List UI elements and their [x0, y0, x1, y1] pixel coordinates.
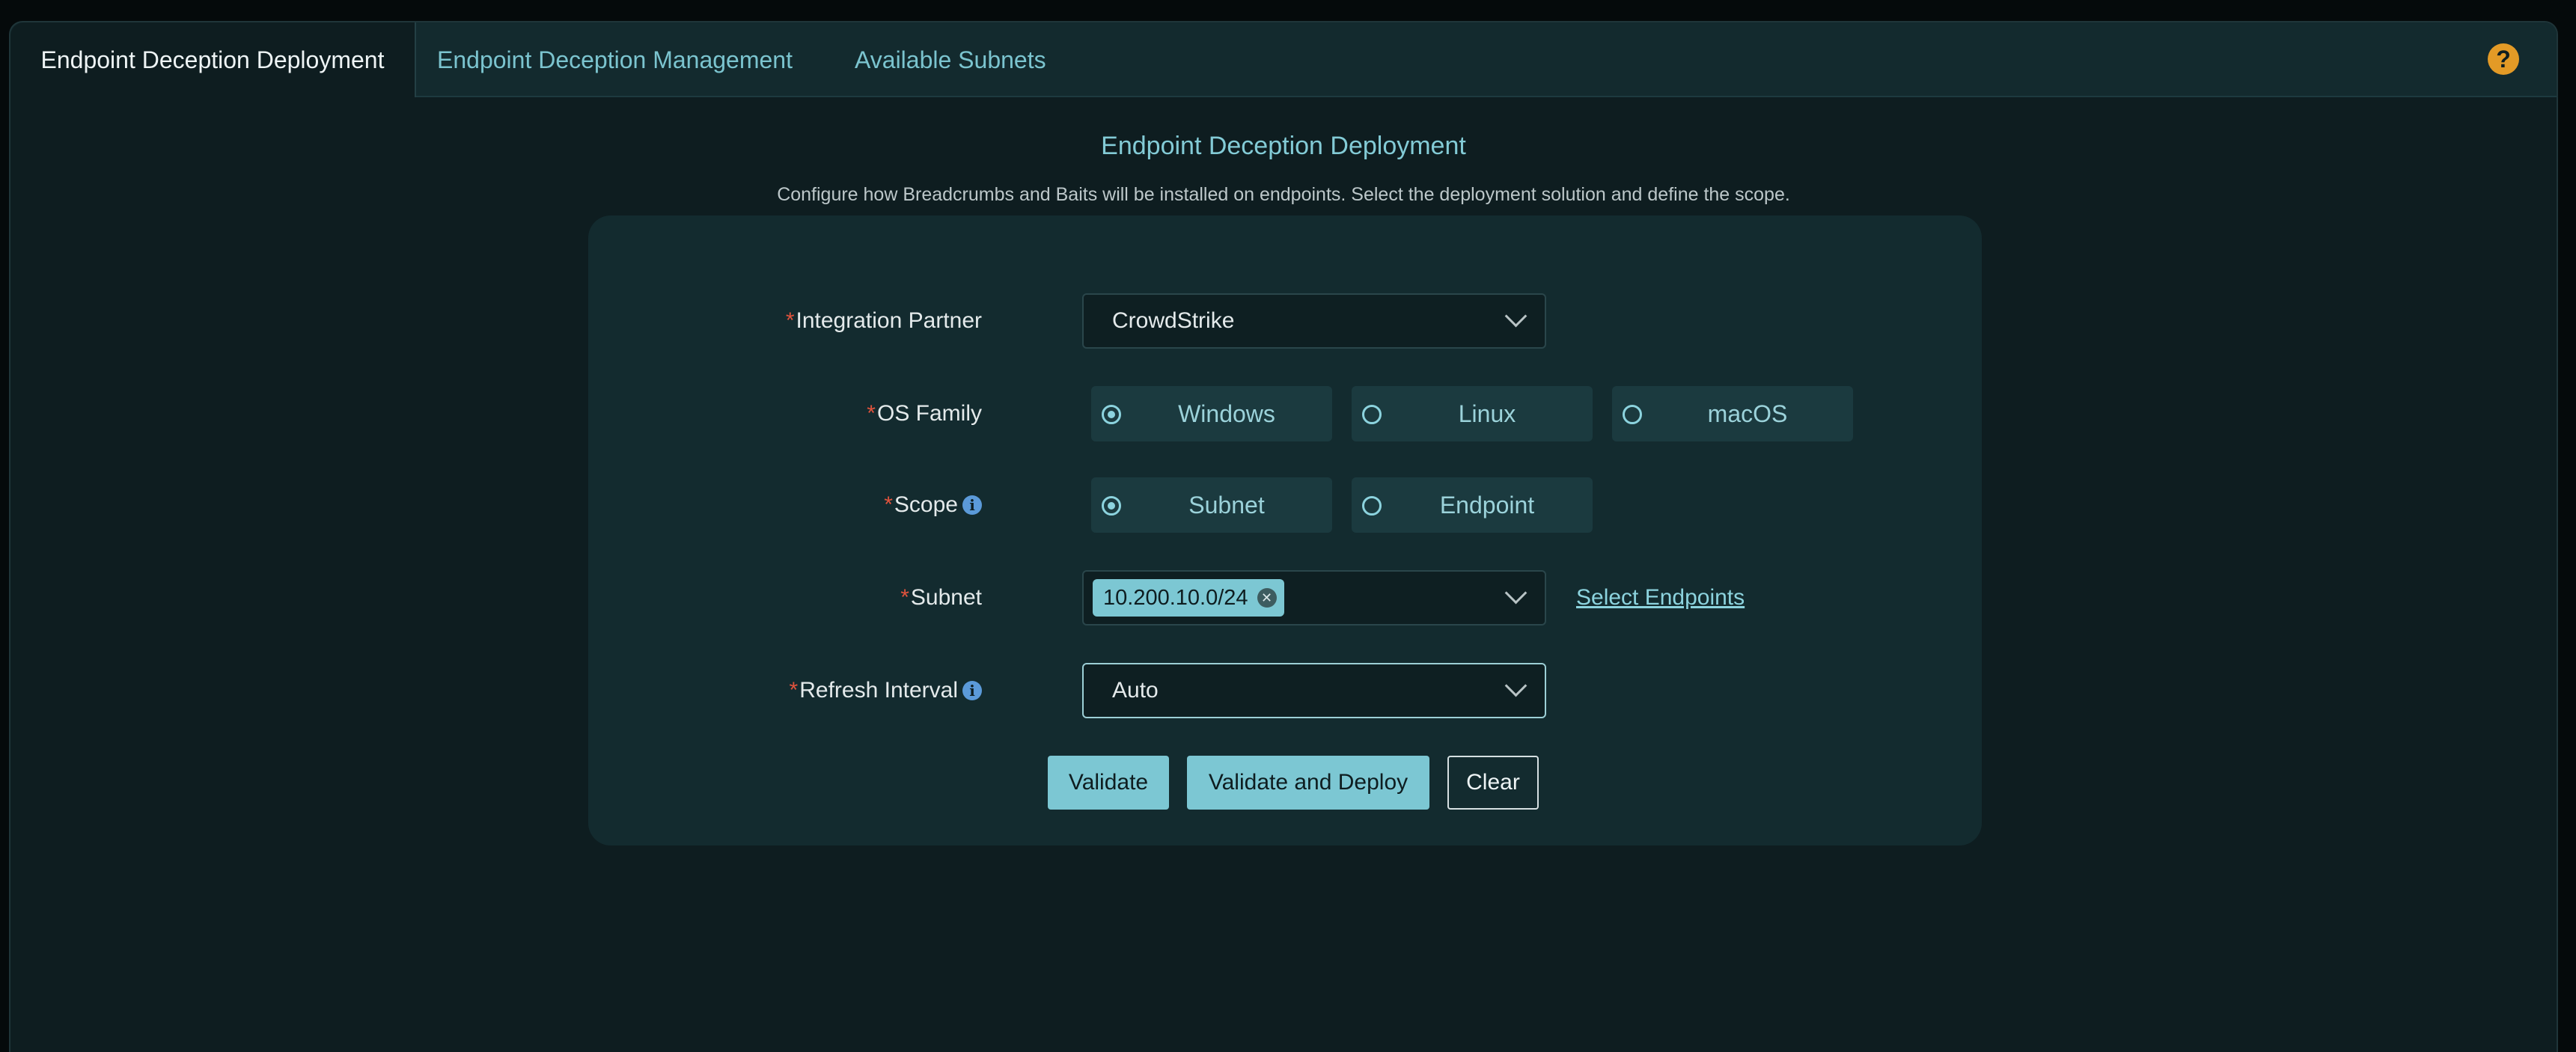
- os-family-option-label: macOS: [1707, 400, 1788, 427]
- scope-option-label: Endpoint: [1439, 492, 1535, 519]
- refresh-interval-select[interactable]: Auto: [1082, 663, 1546, 718]
- os-family-radio-windows[interactable]: Windows: [1091, 386, 1332, 441]
- radio-selected-icon: [1102, 496, 1121, 516]
- required-marker: *: [900, 585, 909, 610]
- deployment-form: * Integration Partner CrowdStrike * OS F…: [588, 215, 1982, 845]
- os-family-radio-macos[interactable]: macOS: [1612, 386, 1853, 441]
- info-icon[interactable]: i: [962, 681, 982, 700]
- integration-partner-label-text: Integration Partner: [796, 308, 982, 333]
- integration-partner-label: * Integration Partner: [786, 293, 982, 349]
- radio-unselected-icon: [1362, 405, 1382, 424]
- refresh-interval-value: Auto: [1112, 678, 1159, 703]
- chevron-down-icon: [1504, 305, 1527, 328]
- refresh-interval-label-text: Refresh Interval: [799, 678, 958, 703]
- radio-unselected-icon: [1623, 405, 1642, 424]
- radio-unselected-icon: [1362, 496, 1382, 516]
- refresh-interval-label: * Refresh Interval i: [790, 663, 982, 718]
- app-window: Endpoint Deception Deployment Endpoint D…: [9, 21, 2558, 1052]
- os-family-option-label: Linux: [1458, 400, 1516, 427]
- os-family-radio-linux[interactable]: Linux: [1352, 386, 1593, 441]
- subnet-label: * Subnet: [900, 570, 982, 626]
- close-circle-icon[interactable]: ✕: [1257, 588, 1277, 608]
- tab-bar: Endpoint Deception Deployment Endpoint D…: [10, 22, 2557, 97]
- os-family-label-text: OS Family: [876, 401, 982, 426]
- tab-available-subnets[interactable]: Available Subnets: [855, 22, 1046, 97]
- subnet-chip: 10.200.10.0/24 ✕: [1093, 579, 1284, 617]
- subnet-label-text: Subnet: [910, 585, 982, 610]
- chevron-down-icon: [1504, 674, 1527, 697]
- integration-partner-value: CrowdStrike: [1112, 308, 1235, 333]
- subnet-chip-text: 10.200.10.0/24: [1103, 585, 1248, 610]
- page-subtitle: Configure how Breadcrumbs and Baits will…: [777, 184, 1790, 205]
- os-family-option-label: Windows: [1178, 400, 1275, 427]
- info-icon[interactable]: i: [962, 495, 982, 515]
- scope-option-label: Subnet: [1188, 492, 1265, 519]
- clear-button[interactable]: Clear: [1447, 756, 1539, 810]
- validate-and-deploy-button[interactable]: Validate and Deploy: [1187, 756, 1429, 810]
- tab-endpoint-deception-management[interactable]: Endpoint Deception Management: [437, 22, 793, 97]
- scope-label-text: Scope: [894, 492, 958, 517]
- scope-label: * Scope i: [884, 477, 982, 533]
- required-marker: *: [785, 308, 795, 333]
- required-marker: *: [867, 401, 876, 426]
- radio-selected-icon: [1102, 405, 1121, 424]
- required-marker: *: [884, 492, 893, 517]
- required-marker: *: [789, 678, 799, 703]
- select-endpoints-link[interactable]: Select Endpoints: [1576, 570, 1745, 626]
- scope-radio-subnet[interactable]: Subnet: [1091, 477, 1332, 533]
- os-family-label: * OS Family: [867, 386, 982, 441]
- question-circle-icon[interactable]: ?: [2488, 43, 2519, 75]
- subnet-multiselect[interactable]: 10.200.10.0/24 ✕: [1082, 570, 1546, 626]
- validate-button[interactable]: Validate: [1048, 756, 1169, 810]
- page-title: Endpoint Deception Deployment: [1101, 132, 1466, 160]
- integration-partner-select[interactable]: CrowdStrike: [1082, 293, 1546, 349]
- chevron-down-icon: [1504, 581, 1527, 605]
- scope-radio-endpoint[interactable]: Endpoint: [1352, 477, 1593, 533]
- tab-endpoint-deception-deployment[interactable]: Endpoint Deception Deployment: [10, 22, 416, 97]
